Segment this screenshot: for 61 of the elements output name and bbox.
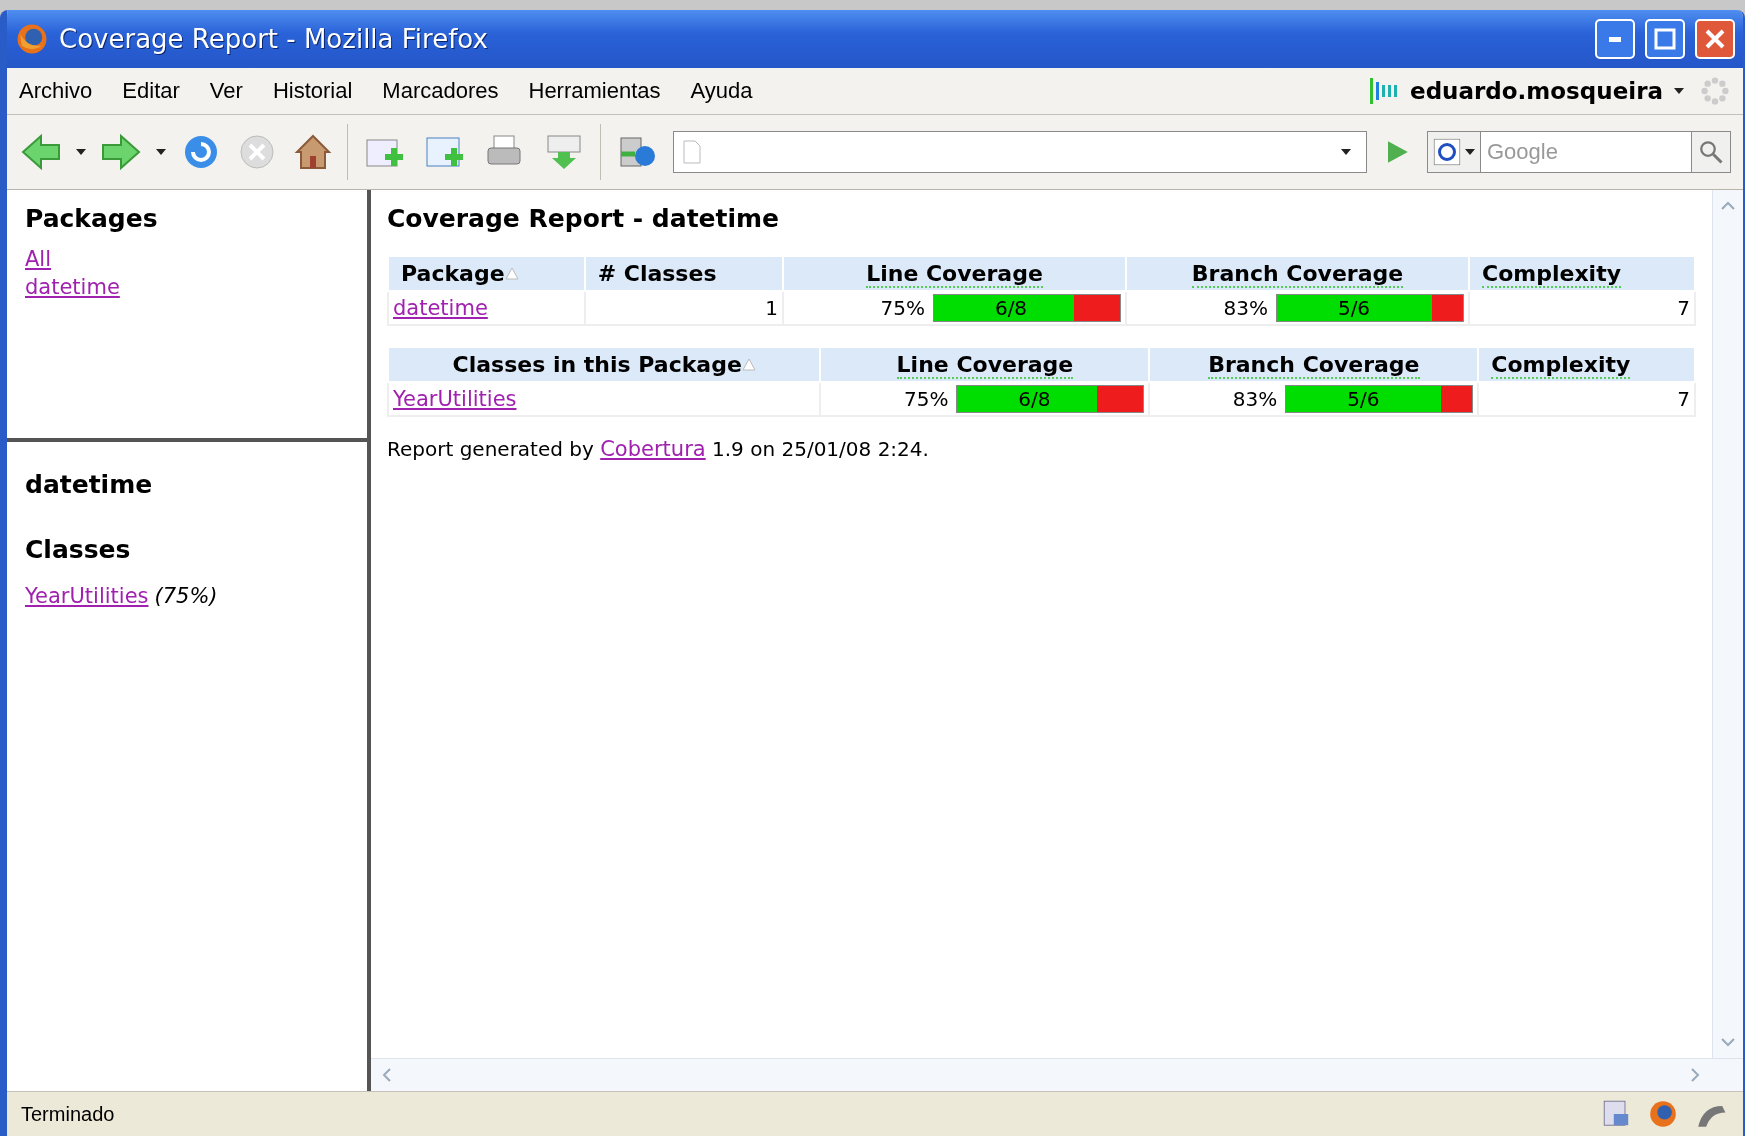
- column-header[interactable]: Branch Coverage: [1149, 347, 1479, 382]
- menu-item[interactable]: Archivo: [19, 78, 93, 104]
- column-header[interactable]: Line Coverage: [820, 347, 1150, 382]
- search-button[interactable]: [1692, 131, 1731, 173]
- percent-text: 75%: [903, 387, 949, 411]
- package-link[interactable]: datetime: [25, 275, 120, 299]
- page-icon: [682, 139, 702, 165]
- user-name[interactable]: eduardo.mosqueira: [1410, 78, 1663, 104]
- window-title: Coverage Report - Mozilla Firefox: [59, 24, 489, 54]
- percent-text: 83%: [1232, 387, 1278, 411]
- menu-item[interactable]: Ayuda: [690, 78, 753, 104]
- menu-item[interactable]: Ver: [209, 78, 243, 104]
- package-heading: datetime: [25, 470, 154, 499]
- maximize-button[interactable]: [1645, 19, 1685, 59]
- coverage-text: (75%): [154, 584, 218, 608]
- frame-heading: Packages: [25, 204, 159, 233]
- close-button[interactable]: [1695, 19, 1735, 59]
- menu-item[interactable]: Herramientas: [528, 78, 661, 104]
- status-text: Terminado: [21, 1102, 116, 1126]
- report-footer: Report generated by Cobertura 1.9 on 25/01/08 2:24.: [387, 437, 1696, 461]
- table-cell: 7: [1469, 291, 1695, 325]
- percent-text: 75%: [880, 296, 925, 320]
- column-header[interactable]: # Classes: [584, 256, 783, 291]
- menu-item[interactable]: Historial: [272, 78, 353, 104]
- package-link[interactable]: All: [25, 247, 52, 271]
- firefox-icon: [1647, 1098, 1679, 1130]
- minimize-button[interactable]: [1595, 19, 1635, 59]
- coverage-label: 5/6: [1336, 295, 1372, 321]
- back-icon[interactable]: [19, 132, 63, 172]
- report-title: Coverage Report - datetime: [387, 204, 781, 233]
- column-header[interactable]: Line Coverage: [783, 256, 1126, 291]
- sort-icon: [741, 358, 756, 372]
- table-cell: 7: [1478, 382, 1695, 416]
- class-link[interactable]: YearUtilities: [25, 584, 149, 608]
- address-field[interactable]: [673, 131, 1367, 173]
- vertical-scrollbar[interactable]: [1712, 190, 1743, 1058]
- maximize-icon: [1654, 28, 1676, 50]
- menu-item[interactable]: Editar: [122, 78, 180, 104]
- column-header[interactable]: Complexity: [1478, 347, 1695, 382]
- coverage-label: 5/6: [1346, 386, 1381, 412]
- horizontal-scrollbar[interactable]: [371, 1058, 1743, 1091]
- cobertura-link[interactable]: Cobertura: [600, 437, 706, 461]
- column-header[interactable]: Complexity: [1469, 256, 1695, 291]
- search-engine-button[interactable]: [1427, 131, 1481, 173]
- forward-icon[interactable]: [99, 132, 143, 172]
- menu-item[interactable]: Marcadores: [382, 78, 499, 104]
- close-icon: [1704, 28, 1726, 50]
- minimize-icon: [1609, 36, 1621, 42]
- search-field[interactable]: Google: [1481, 131, 1692, 173]
- classes-heading: Classes: [25, 535, 132, 564]
- spinner-icon: [1699, 75, 1731, 107]
- coverage-label: 6/8: [1017, 386, 1052, 412]
- sort-icon: [504, 267, 519, 281]
- column-header[interactable]: Branch Coverage: [1126, 256, 1469, 291]
- percent-text: 83%: [1223, 296, 1268, 320]
- firefox-icon: [15, 22, 49, 56]
- column-header[interactable]: Classes in this Package: [388, 347, 821, 382]
- coverage-label: 6/8: [993, 295, 1029, 321]
- column-header[interactable]: Package: [388, 256, 585, 291]
- search-engine-icon: [1432, 137, 1462, 167]
- table-cell: 1: [584, 291, 783, 325]
